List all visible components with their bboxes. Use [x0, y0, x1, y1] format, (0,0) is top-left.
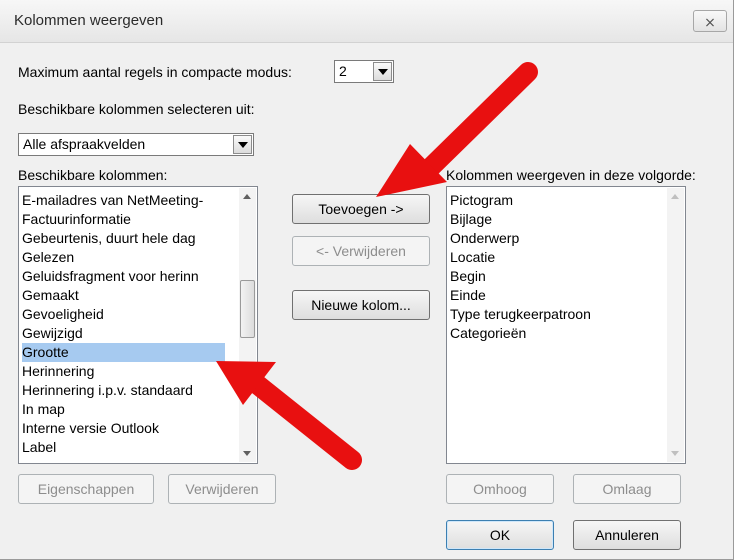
available-columns-list[interactable]: E-mailadres van NetMeeting- Factuurinform…: [18, 186, 258, 464]
shown-item[interactable]: Categorieën: [450, 324, 653, 343]
select-from-value: Alle afspraakvelden: [23, 136, 146, 152]
available-item[interactable]: Herinnering: [22, 362, 225, 381]
ok-button[interactable]: OK: [446, 520, 554, 550]
available-item[interactable]: Interne versie Outlook: [22, 419, 225, 438]
available-item[interactable]: Grootte: [22, 343, 225, 362]
scroll-thumb[interactable]: [240, 280, 255, 338]
add-button[interactable]: Toevoegen ->: [292, 194, 430, 224]
shown-item[interactable]: Pictogram: [450, 191, 653, 210]
max-rows-value: 2: [339, 63, 347, 79]
scroll-down-icon[interactable]: [243, 451, 251, 456]
shown-item[interactable]: Einde: [450, 286, 653, 305]
scroll-down-icon: [671, 451, 679, 456]
available-columns-label: Beschikbare kolommen:: [18, 167, 168, 183]
available-item[interactable]: Gebeurtenis, duurt hele dag: [22, 229, 225, 248]
shown-item[interactable]: Locatie: [450, 248, 653, 267]
scroll-up-icon: [671, 194, 679, 199]
available-item[interactable]: Label: [22, 438, 225, 457]
shown-columns-list[interactable]: Pictogram Bijlage Onderwerp Locatie Begin Ein…: [446, 186, 686, 464]
new-column-button[interactable]: Nieuwe kolom...: [292, 290, 430, 320]
chevron-down-icon[interactable]: [373, 62, 392, 81]
available-item[interactable]: Geluidsfragment voor herinn: [22, 267, 225, 286]
delete-button[interactable]: Verwijderen: [168, 474, 276, 504]
available-item[interactable]: Gelezen: [22, 248, 225, 267]
available-item[interactable]: In map: [22, 400, 225, 419]
shown-item[interactable]: Begin: [450, 267, 653, 286]
close-icon: ⨯: [704, 14, 716, 30]
available-item[interactable]: Gevoeligheid: [22, 305, 225, 324]
available-item[interactable]: Gemaakt: [22, 286, 225, 305]
available-item[interactable]: Factuurinformatie: [22, 210, 225, 229]
available-scrollbar[interactable]: [239, 188, 256, 462]
column-settings-dialog: Kolommen weergeven ⨯ Maximum aantal rege…: [0, 0, 734, 560]
available-item[interactable]: Gewijzigd: [22, 324, 225, 343]
shown-item[interactable]: Onderwerp: [450, 229, 653, 248]
properties-button[interactable]: Eigenschappen: [18, 474, 154, 504]
shown-item[interactable]: Bijlage: [450, 210, 653, 229]
select-from-label: Beschikbare kolommen selecteren uit:: [18, 101, 255, 117]
shown-scrollbar: [667, 188, 684, 462]
select-from-dropdown[interactable]: Alle afspraakvelden: [18, 133, 254, 156]
remove-button[interactable]: <- Verwijderen: [292, 236, 430, 266]
shown-item[interactable]: Type terugkeerpatroon: [450, 305, 653, 324]
available-item[interactable]: Herinnering i.p.v. standaard: [22, 381, 225, 400]
shown-columns-label: Kolommen weergeven in deze volgorde:: [446, 167, 696, 183]
cancel-button[interactable]: Annuleren: [573, 520, 681, 550]
max-rows-label: Maximum aantal regels in compacte modus:: [18, 64, 292, 80]
chevron-down-icon[interactable]: [233, 135, 252, 154]
move-up-button[interactable]: Omhoog: [446, 474, 554, 504]
available-item[interactable]: E-mailadres van NetMeeting-: [22, 191, 225, 210]
title-bar: Kolommen weergeven ⨯: [0, 0, 733, 43]
scroll-up-icon[interactable]: [243, 194, 251, 199]
window-title: Kolommen weergeven: [14, 12, 164, 29]
close-button[interactable]: ⨯: [693, 10, 727, 32]
max-rows-select[interactable]: 2: [334, 60, 394, 83]
move-down-button[interactable]: Omlaag: [573, 474, 681, 504]
